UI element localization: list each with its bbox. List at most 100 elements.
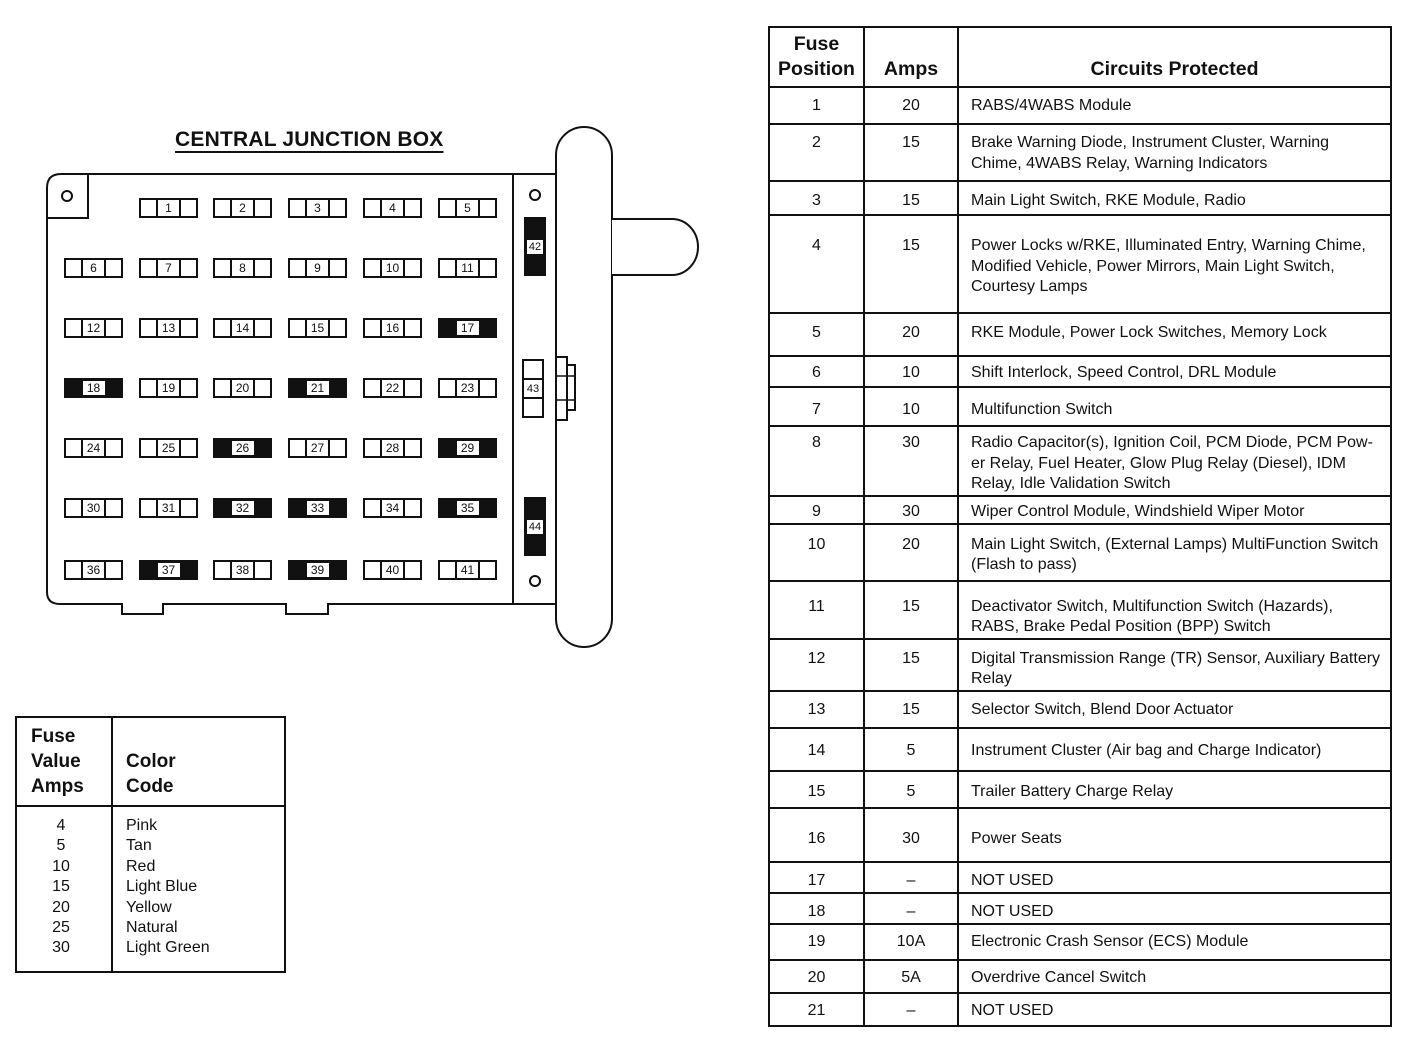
fuse-amps: 10 [863,386,959,427]
color-column: Pink Tan Red Light Blue Yellow Natural Light G… [126,816,210,959]
circuits-protected: Brake Warning Diode, Instrument Cluster,… [957,123,1392,182]
fuse-slot-24: 24 [64,438,123,458]
fuse-label: 11 [457,260,480,276]
table-row: 13 15 Selector Switch, Blend Door Actuator [768,689,1392,729]
mount-hole-icon [529,189,541,201]
fuse-amps: 20 [863,522,959,582]
fuse-position: 9 [768,494,865,525]
fuse-label: 10 [382,260,405,276]
header-color-code: Color Code [126,751,176,797]
circuits-protected: Deactivator Switch, Multifunction Switch… [957,579,1392,640]
fuse-label: 36 [83,562,106,578]
amps-value: 4 [56,817,66,834]
fuse-table: Fuse Position Amps Circuits Protected 12… [768,26,1392,1027]
fuse-slot-32: 32 [213,498,272,518]
fuse-position: 5 [768,312,865,357]
circuits-protected: Main Light Switch, RKE Module, Radio [957,180,1392,216]
fuse-label: 42 [527,239,543,254]
fuse-slot-43: 43 [522,359,544,418]
fuse-label: 1 [158,200,181,216]
fuse-slot-18: 18 [64,378,123,398]
color-code-table: Fuse Value Amps Color Code 4 5 10 15 20 25 30 … [15,716,286,973]
fuse-label: 12 [83,320,106,336]
table-row: 7 10 Multifunction Switch [768,386,1392,427]
table-row: 18– NOT USED [768,891,1392,925]
fuse-position: 15 [768,769,865,809]
circuits-protected: Power Locks w/RKE, Illuminated Entry, Wa… [957,214,1392,314]
table-row: 16 30 Power Seats [768,806,1392,863]
circuits-protected: Shift Interlock, Speed Control, DRL Modu… [957,355,1392,388]
fuse-slot-6: 6 [64,258,123,278]
color-value: Red [126,857,156,875]
fuse-slot-27: 27 [288,438,347,458]
amps-value: 25 [52,919,70,937]
amps-value: 10 [52,857,70,875]
mount-hole-icon [529,575,541,587]
mount-hole-icon [61,190,73,202]
fuse-slot-29: 29 [438,438,497,458]
table-row: 14 5 Instrument Cluster (Air bag and Charg… [768,726,1392,772]
color-value: Light Blue [126,878,198,896]
circuits-protected: Wiper Control Module, Windshield Wiper M… [957,494,1392,525]
fuse-slot-25: 25 [139,438,198,458]
fuse-slot-11: 11 [438,258,497,278]
fuse-label: 7 [158,260,181,276]
junction-box-outline [46,126,699,648]
table-row: 4 15 Power Locks w/RKE, Illuminated Entry,… [768,214,1392,314]
fuse-amps: – [863,891,959,925]
fuse-slot-44: 44 [524,497,546,556]
fuse-amps: 5A [863,958,959,994]
fuse-label: 18 [82,381,105,395]
fuse-label: 13 [158,320,181,336]
fuse-label: 14 [232,320,255,336]
fuse-slot-42: 42 [524,217,546,276]
table-row: 6 10 Shift Interlock, Speed Control, DRL M… [768,355,1392,388]
fuse-position: 8 [768,425,865,497]
fuse-label: 28 [382,440,405,456]
fuse-slot-14: 14 [213,318,272,338]
fuse-slot-16: 16 [363,318,422,338]
fuse-label: 38 [232,562,255,578]
fuse-amps: 15 [863,180,959,216]
fuse-position: 20 [768,958,865,994]
fuse-slot-19: 19 [139,378,198,398]
table-row: 5 20 RKE Module, Power Lock Switches, Memo… [768,312,1392,357]
fuse-position: 1 [768,86,865,125]
fuse-amps: 15 [863,689,959,729]
table-row: 1 20 RABS/4WABS Module [768,86,1392,125]
fuse-label: 43 [524,380,542,397]
circuits-protected: Radio Capacitor(s), Ignition Coil, PCM D… [957,425,1392,497]
fuse-slot-15: 15 [288,318,347,338]
fuse-slot-34: 34 [363,498,422,518]
fuse-label: 39 [306,563,329,577]
fuse-label: 31 [158,500,181,516]
fuse-slot-23: 23 [438,378,497,398]
table-row: 10 20 Main Light Switch, (External Lamps) … [768,522,1392,582]
table-row: 11 15 Deactivator Switch, Multifunction Sw… [768,579,1392,640]
fuse-slot-10: 10 [363,258,422,278]
fuse-position: 7 [768,386,865,427]
table-row: 15 5 Trailer Battery Charge Relay [768,769,1392,809]
fuse-label: 30 [83,500,106,516]
circuits-protected: Trailer Battery Charge Relay [957,769,1392,809]
table-row: 21– NOT USED [768,991,1392,1027]
fuse-label: 40 [382,562,405,578]
fuse-position: 18 [768,891,865,925]
fuse-slot-31: 31 [139,498,198,518]
diagram-title: CENTRAL JUNCTION BOX [175,128,444,151]
fuse-position: 14 [768,726,865,772]
table-row: 3 15 Main Light Switch, RKE Module, Radio [768,180,1392,216]
fuse-amps: 15 [863,637,959,692]
fuse-slot-20: 20 [213,378,272,398]
fuse-label: 15 [307,320,330,336]
amps-value: 15 [52,878,70,896]
fuse-amps: 5 [863,726,959,772]
fuse-slot-3: 3 [288,198,347,218]
fuse-slot-13: 13 [139,318,198,338]
fuse-slot-26: 26 [213,438,272,458]
fuse-label: 2 [232,200,255,216]
fuse-position: 21 [768,991,865,1027]
table-row: 20 5A Overdrive Cancel Switch [768,958,1392,994]
fuse-slot-28: 28 [363,438,422,458]
fuse-slot-9: 9 [288,258,347,278]
